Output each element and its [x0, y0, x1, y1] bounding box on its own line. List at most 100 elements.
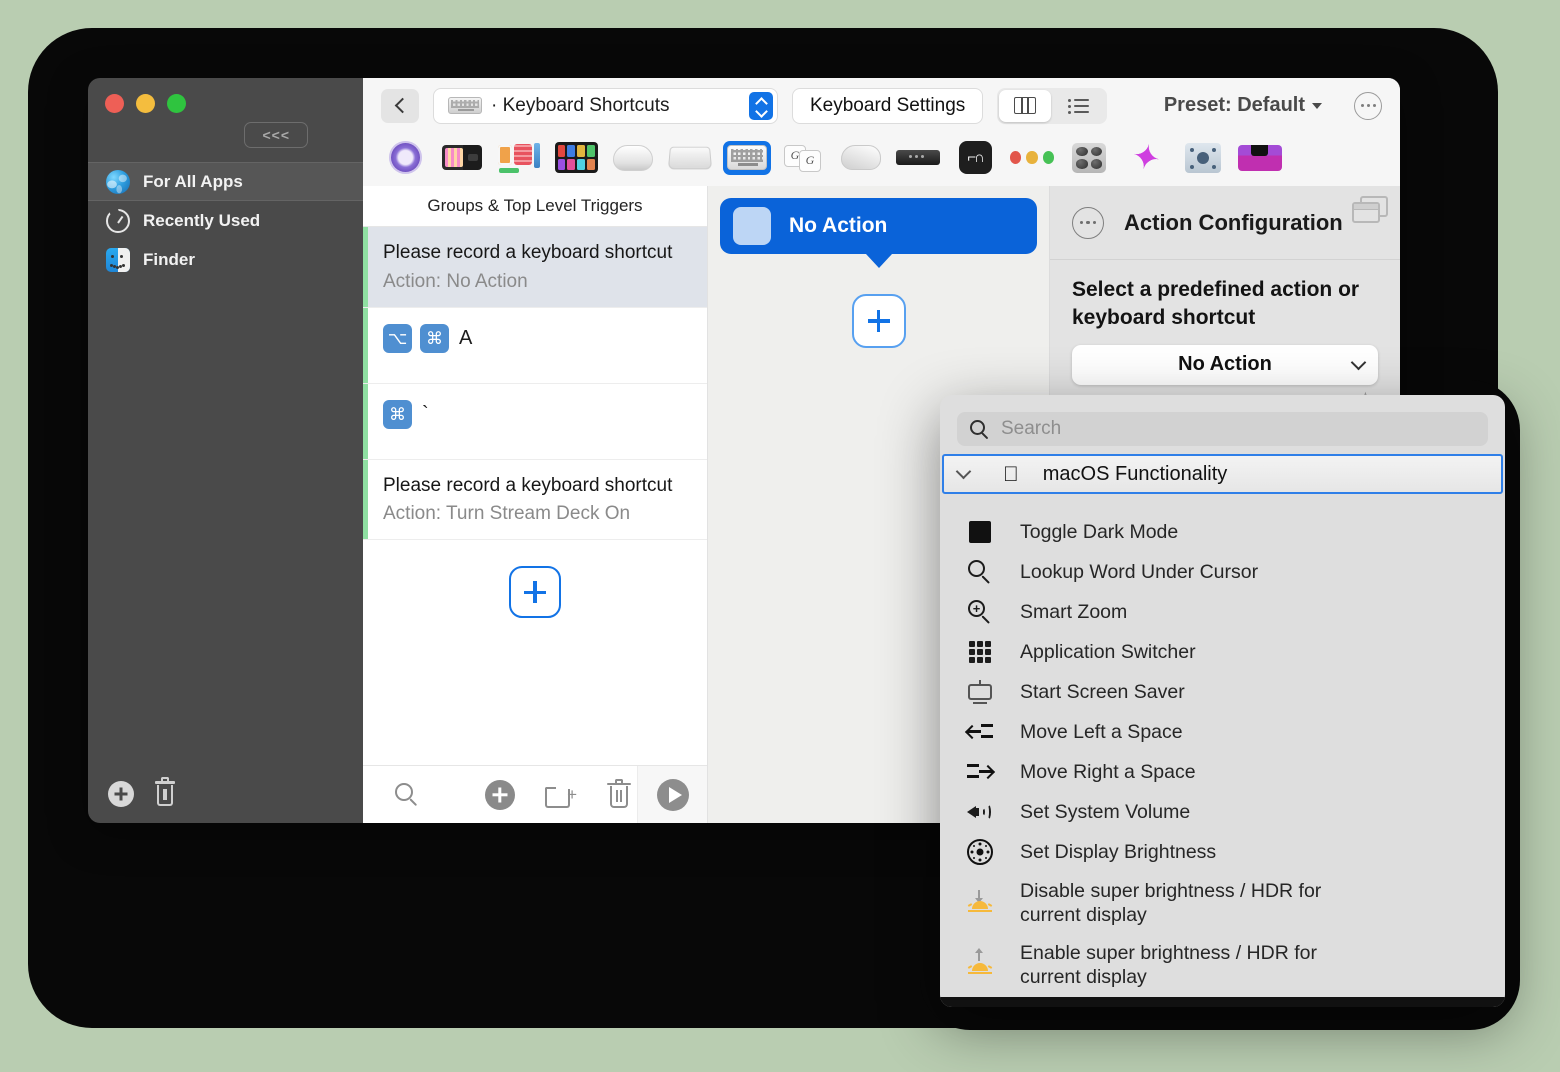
new-folder-icon[interactable]: +: [545, 782, 577, 808]
bttremote-icon: [388, 141, 422, 174]
list-item[interactable]: Application Switcher: [940, 632, 1505, 672]
view-list-button[interactable]: [1053, 90, 1105, 122]
keyboard-device-icon: [727, 145, 767, 170]
search-icon: [970, 419, 990, 440]
option-label: Move Right a Space: [1020, 760, 1196, 783]
move-left-icon: [967, 722, 993, 742]
device-streamdeck-plus[interactable]: [438, 141, 486, 175]
add-action-icon[interactable]: [851, 294, 906, 348]
star-device-icon: [1129, 142, 1163, 174]
table-row[interactable]: Please record a keyboard shortcut Action…: [363, 227, 707, 308]
preset-selector[interactable]: Preset: Default: [1164, 94, 1322, 117]
minimize-button[interactable]: [136, 94, 155, 113]
key-command: ⌘: [383, 400, 412, 430]
device-magic-mouse[interactable]: [609, 141, 657, 175]
midi-pads-icon: [1072, 142, 1106, 173]
sidebar-item-label: Finder: [143, 249, 195, 269]
search-field[interactable]: Search: [957, 412, 1488, 446]
action-node[interactable]: No Action: [720, 198, 1037, 254]
chevron-left-icon: [394, 97, 410, 114]
sidebar-item-for-all-apps[interactable]: For All Apps: [88, 162, 363, 201]
list-item[interactable]: Toggle Dark Mode: [940, 512, 1505, 552]
maximize-button[interactable]: [167, 94, 186, 113]
search-icon[interactable]: [395, 782, 419, 807]
chevron-down-icon: [1350, 354, 1367, 371]
list-item[interactable]: Move Right a Space: [940, 752, 1505, 792]
delete-app-button[interactable]: [154, 777, 176, 807]
apple-icon: : [1003, 464, 1019, 485]
list-item[interactable]: Lookup Word Under Cursor: [940, 552, 1505, 592]
table-row[interactable]: ⌘ `: [363, 383, 707, 460]
trash-icon[interactable]: [607, 778, 631, 809]
device-remote[interactable]: [894, 141, 942, 175]
device-streamdeck-xl[interactable]: [552, 141, 600, 175]
magic-mouse-icon: [613, 144, 653, 171]
device-magic-trackpad[interactable]: [666, 141, 714, 175]
popup-option-list: Notification Center Toggle Dark Mode Loo…: [940, 494, 1505, 997]
windows-icon[interactable]: [1352, 196, 1388, 224]
add-app-button[interactable]: [108, 781, 134, 807]
action-select[interactable]: No Action: [1072, 344, 1378, 385]
trigger-keys: ⌘ `: [383, 398, 689, 432]
device-midi-mixer[interactable]: [1179, 141, 1227, 175]
device-bttremote[interactable]: [381, 141, 429, 175]
list-item[interactable]: Set System Volume: [940, 792, 1505, 832]
sun-down-icon: [965, 890, 995, 916]
zoom-in-icon: [968, 600, 992, 625]
list-item[interactable]: Move Left a Space: [940, 712, 1505, 752]
device-streamdeck-mixed[interactable]: [495, 141, 543, 175]
list-item[interactable]: Smart Zoom: [940, 592, 1505, 632]
page-title: Action Configuration: [1124, 209, 1343, 235]
add-icon[interactable]: [485, 779, 515, 810]
option-label: Notification Center: [1020, 494, 1180, 500]
list-item[interactable]: Set Display Brightness: [940, 832, 1505, 872]
stepper-updown-icon[interactable]: [749, 91, 773, 120]
run-cell: [637, 766, 707, 823]
device-generic-keys[interactable]: GG: [780, 141, 828, 175]
device-keyboard[interactable]: [723, 140, 771, 175]
trigger-title: Please record a keyboard shortcut: [383, 474, 673, 496]
trigger-color-bar: [363, 459, 368, 540]
action-node-label: No Action: [789, 214, 888, 237]
play-icon[interactable]: [656, 778, 689, 811]
ellipsis-circle-icon[interactable]: [1072, 206, 1104, 239]
device-mouse[interactable]: [837, 141, 885, 175]
sidebar-item-recently-used[interactable]: Recently Used: [88, 201, 363, 240]
sun-up-icon: [965, 948, 995, 978]
list-item[interactable]: Start Screen Saver: [940, 672, 1505, 712]
table-row[interactable]: ⌥ ⌘ A: [363, 307, 707, 384]
close-button[interactable]: [105, 94, 124, 113]
sidebar: <<< For All Apps Recently Used Finder: [88, 78, 363, 823]
action-select-value: No Action: [1178, 353, 1272, 376]
collapse-sidebar-button[interactable]: <<<: [244, 122, 308, 148]
clock-icon: [106, 208, 130, 233]
list-item[interactable]: Enable super brightness / HDR for curren…: [940, 934, 1505, 996]
config-select-wrap: No Action: [1050, 344, 1400, 385]
view-columns-button[interactable]: [999, 89, 1052, 122]
sidebar-item-finder[interactable]: Finder: [88, 240, 363, 279]
sidebar-bottom-bar: [88, 765, 363, 823]
key-letter: A: [459, 327, 473, 350]
device-traffic-lights[interactable]: [1008, 141, 1056, 175]
back-button[interactable]: [381, 88, 419, 123]
device-purple[interactable]: [1236, 141, 1284, 175]
path-selector[interactable]: · Keyboard Shortcuts: [433, 87, 778, 124]
view-mode-segmented-control: [997, 87, 1108, 124]
list-item[interactable]: Disable super brightness / HDR for curre…: [940, 872, 1505, 934]
device-midi-pads[interactable]: [1065, 141, 1113, 175]
device-loupedeck[interactable]: [951, 141, 999, 175]
more-options-button[interactable]: [1354, 91, 1382, 120]
purple-device-icon: [1238, 144, 1282, 171]
search-placeholder: Search: [1001, 418, 1062, 439]
list-item-clipped[interactable]: Notification Center: [940, 494, 1505, 512]
collapse-row: <<<: [88, 122, 363, 160]
option-label: Enable super brightness / HDR for curren…: [1020, 941, 1317, 988]
sidebar-list: For All Apps Recently Used Finder: [88, 160, 363, 765]
table-row[interactable]: Please record a keyboard shortcut Action…: [363, 459, 707, 541]
generic-keys-icon: GG: [784, 144, 824, 172]
keyboard-settings-button[interactable]: Keyboard Settings: [792, 87, 984, 124]
popup-group-header[interactable]:  macOS Functionality: [942, 454, 1503, 494]
add-trigger-icon[interactable]: [509, 566, 561, 619]
device-star[interactable]: [1122, 141, 1170, 175]
trigger-color-bar: [363, 227, 368, 307]
